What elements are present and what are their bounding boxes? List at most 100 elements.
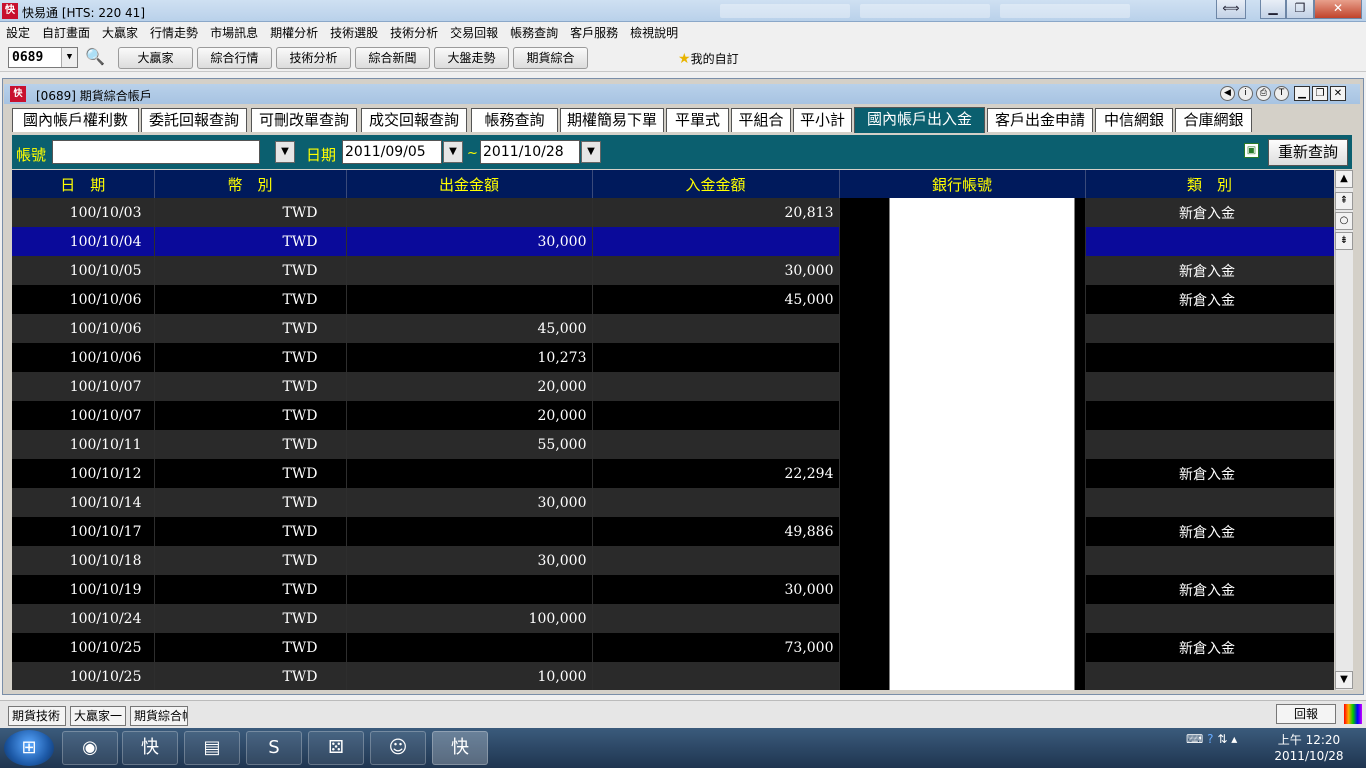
stock-code-combo[interactable]: 0689 ▼ (8, 47, 78, 68)
app-active-taskbar-icon[interactable]: 快 (432, 731, 488, 765)
app-taskbar-icon[interactable]: 快 (122, 731, 178, 765)
menu-item[interactable]: 市場訊息 (204, 22, 264, 41)
table-row[interactable]: 100/10/07 TWD 20,000 (12, 372, 1334, 401)
text-icon[interactable]: T (1274, 86, 1289, 101)
column-header[interactable]: 幣 別 (154, 170, 347, 198)
table-row[interactable]: 100/10/03 TWD 20,813 新倉入金 (12, 198, 1334, 227)
scroll-down-icon[interactable]: ▼ (1335, 671, 1353, 689)
menu-item[interactable]: 技術分析 (384, 22, 444, 41)
tray-arrow-icon[interactable]: ▴ (1231, 732, 1237, 746)
tab-item[interactable]: 可刪改單查詢 (251, 108, 357, 132)
menu-item[interactable]: 設定 (0, 22, 36, 41)
column-header[interactable]: 銀行帳號 (839, 170, 1086, 198)
menu-item[interactable]: 自訂畫面 (36, 22, 96, 41)
scroll-page-up-icon[interactable]: ⇞ (1335, 192, 1353, 210)
table-row[interactable]: 100/10/25 TWD 10,000 (12, 662, 1334, 690)
doc-tab[interactable]: 期貨技術 (8, 706, 66, 726)
chrome-icon[interactable]: ◉ (62, 731, 118, 765)
export-excel-icon[interactable]: ▣ (1244, 143, 1259, 158)
menu-item[interactable]: 帳務查詢 (504, 22, 564, 41)
date-from-dropdown-icon[interactable]: ▼ (443, 141, 463, 163)
table-row[interactable]: 100/10/25 TWD 73,000 新倉入金 (12, 633, 1334, 662)
tab-item[interactable]: 國內帳戶權利數 (12, 108, 139, 132)
close-button[interactable]: ✕ (1314, 0, 1362, 19)
column-header[interactable]: 出金金額 (346, 170, 593, 198)
table-row[interactable]: 100/10/11 TWD 55,000 (12, 430, 1334, 459)
chevron-down-icon[interactable]: ▼ (61, 48, 77, 67)
account-dropdown-icon[interactable]: ▼ (275, 141, 295, 163)
child-minimize-button[interactable]: ▁ (1294, 86, 1310, 101)
keyboard-icon[interactable]: ⌨ (1186, 732, 1203, 746)
table-row[interactable]: 100/10/07 TWD 20,000 (12, 401, 1334, 430)
tab-item[interactable]: 平小計 (793, 108, 852, 132)
table-row[interactable]: 100/10/06 TWD 45,000 (12, 314, 1334, 343)
table-row[interactable]: 100/10/19 TWD 30,000 新倉入金 (12, 575, 1334, 604)
doc-tab[interactable]: 大贏家一 (70, 706, 126, 726)
table-row[interactable]: 100/10/04 TWD 30,000 (12, 227, 1334, 256)
restore-swap-icon[interactable]: ⟺ (1216, 0, 1246, 19)
menu-item[interactable]: 期權分析 (264, 22, 324, 41)
table-row[interactable]: 100/10/24 TWD 100,000 (12, 604, 1334, 633)
menu-item[interactable]: 交易回報 (444, 22, 504, 41)
doc-tab[interactable]: 期貨綜合帳戶 (130, 706, 188, 726)
scroll-up-icon[interactable]: ▲ (1335, 170, 1353, 188)
toolbar-button[interactable]: 期貨綜合 (513, 47, 588, 69)
favorites-link[interactable]: ★我的自訂 (678, 50, 739, 67)
info-icon[interactable]: i (1238, 86, 1253, 101)
date-to-input[interactable]: 2011/10/28 (480, 140, 580, 164)
tab-item[interactable]: 合庫網銀 (1175, 108, 1252, 132)
toolbar-button[interactable]: 大盤走勢 (434, 47, 509, 69)
start-button[interactable]: ⊞ (4, 730, 54, 766)
menu-item[interactable]: 客戶服務 (564, 22, 624, 41)
toolbar-button[interactable]: 綜合行情 (197, 47, 272, 69)
tab-item[interactable]: 委託回報查詢 (141, 108, 247, 132)
column-header[interactable]: 入金金額 (592, 170, 840, 198)
scroll-center-icon[interactable]: ○ (1335, 212, 1353, 230)
network-icon[interactable]: ⇅ (1217, 732, 1227, 746)
menu-item[interactable]: 大贏家 (96, 22, 144, 41)
folder-icon[interactable]: ▤ (184, 731, 240, 765)
tab-item[interactable]: 平單式 (666, 108, 729, 132)
back-icon[interactable]: ◀ (1220, 86, 1235, 101)
table-row[interactable]: 100/10/05 TWD 30,000 新倉入金 (12, 256, 1334, 285)
print-icon[interactable]: ⎙ (1256, 86, 1271, 101)
tab-item[interactable]: 平組合 (731, 108, 791, 132)
maximize-button[interactable]: ❐ (1286, 0, 1314, 19)
date-to-dropdown-icon[interactable]: ▼ (581, 141, 601, 163)
scroll-page-down-icon[interactable]: ⇟ (1335, 232, 1353, 250)
dice-icon[interactable]: ⚄ (308, 731, 364, 765)
table-row[interactable]: 100/10/17 TWD 49,886 新倉入金 (12, 517, 1334, 546)
help-icon[interactable]: ? (1207, 732, 1213, 746)
column-header[interactable]: 日 期 (12, 170, 155, 198)
toolbar-button[interactable]: 大贏家 (118, 47, 193, 69)
refresh-query-button[interactable]: 重新查詢 (1268, 139, 1348, 166)
table-row[interactable]: 100/10/12 TWD 22,294 新倉入金 (12, 459, 1334, 488)
child-close-button[interactable]: ✕ (1330, 86, 1346, 101)
skype-icon[interactable]: S (246, 731, 302, 765)
color-palette-icon[interactable] (1344, 704, 1362, 724)
menu-item[interactable]: 行情走勢 (144, 22, 204, 41)
minimize-button[interactable]: ▁ (1260, 0, 1286, 19)
system-clock[interactable]: 上午 12:20 2011/10/28 (1270, 732, 1348, 764)
messenger-icon[interactable]: ☺ (370, 731, 426, 765)
menu-item[interactable]: 技術選股 (324, 22, 384, 41)
table-row[interactable]: 100/10/18 TWD 30,000 (12, 546, 1334, 575)
tab-item[interactable]: 中信網銀 (1095, 108, 1173, 132)
toolbar-button[interactable]: 綜合新聞 (355, 47, 430, 69)
tab-item[interactable]: 成交回報查詢 (361, 108, 467, 132)
toolbar-button[interactable]: 技術分析 (276, 47, 351, 69)
tab-item[interactable]: 國內帳戶出入金 (854, 107, 985, 133)
child-maximize-button[interactable]: ❐ (1312, 86, 1328, 101)
tab-item[interactable]: 客戶出金申請 (987, 108, 1093, 132)
table-row[interactable]: 100/10/06 TWD 45,000 新倉入金 (12, 285, 1334, 314)
tab-item[interactable]: 帳務查詢 (471, 108, 558, 132)
menu-item[interactable]: 檢視說明 (624, 22, 684, 41)
table-row[interactable]: 100/10/06 TWD 10,273 (12, 343, 1334, 372)
search-icon[interactable]: 🔍 (84, 47, 106, 67)
column-header[interactable]: 類 別 (1085, 170, 1334, 198)
tab-item[interactable]: 期權簡易下單 (560, 108, 664, 132)
return-report-button[interactable]: 回報 (1276, 704, 1336, 724)
account-input[interactable] (52, 140, 260, 164)
table-row[interactable]: 100/10/14 TWD 30,000 (12, 488, 1334, 517)
date-from-input[interactable]: 2011/09/05 (342, 140, 442, 164)
